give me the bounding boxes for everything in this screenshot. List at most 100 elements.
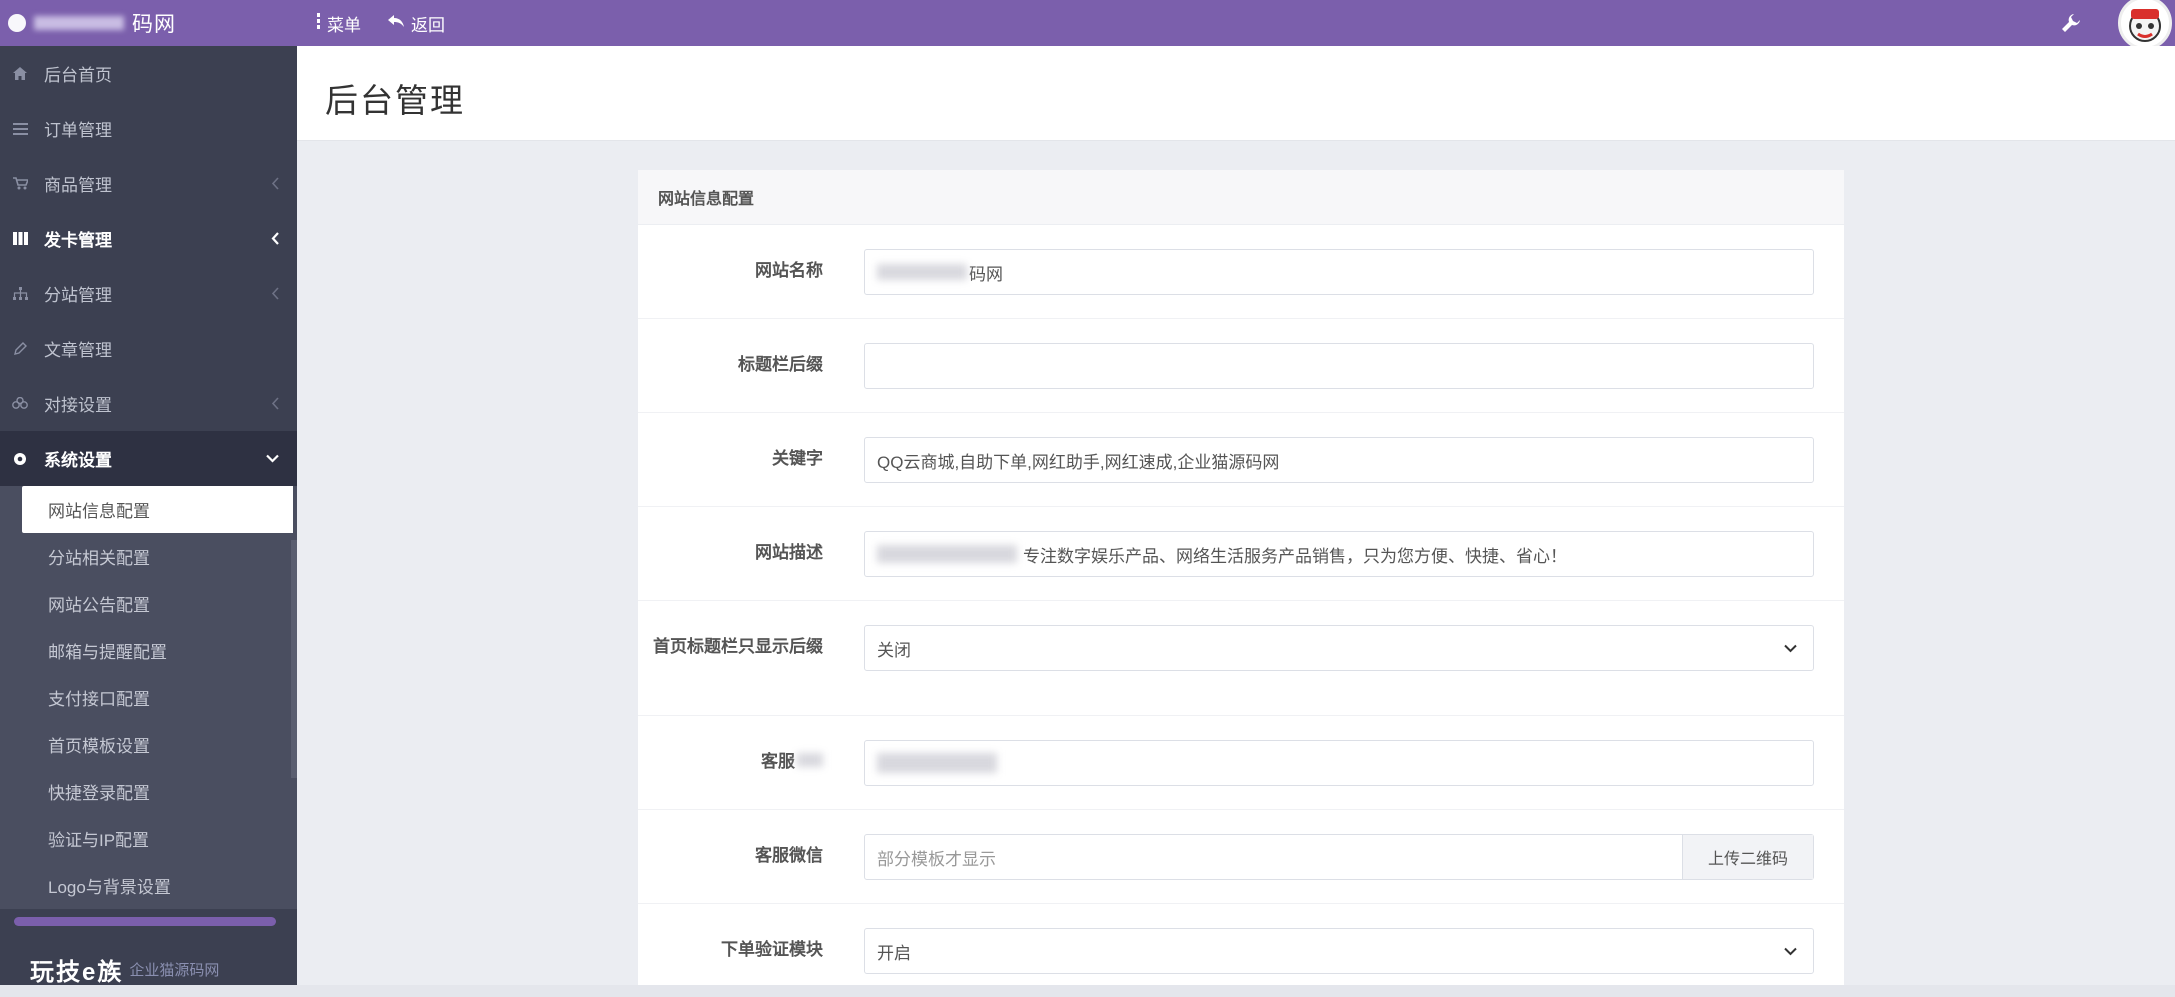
reply-arrow-icon	[387, 13, 405, 34]
sidebar-item-home[interactable]: 后台首页	[0, 46, 297, 101]
form-row-title-suffix: 标题栏后缀	[638, 319, 1844, 413]
title-suffix-input[interactable]	[864, 343, 1814, 389]
description-input[interactable]: 专注数字娱乐产品、网络生活服务产品销售，只为您方便、快捷、省心！	[864, 531, 1814, 577]
form-row-service-qq: 客服	[638, 716, 1844, 810]
description-value: 专注数字娱乐产品、网络生活服务产品销售，只为您方便、快捷、省心！	[1023, 546, 1567, 566]
page-bottom-strip	[0, 985, 2175, 997]
brand-name-blurred	[34, 16, 124, 30]
chevron-left-icon	[271, 266, 279, 321]
chevron-left-icon	[271, 211, 279, 266]
submenu-item-email-config[interactable]: 邮箱与提醒配置	[0, 627, 297, 674]
user-avatar[interactable]	[2118, 0, 2172, 50]
sidebar-scrollbar[interactable]	[14, 917, 276, 926]
submenu-item-logo-background[interactable]: Logo与背景设置	[0, 862, 297, 909]
sidebar-item-substations[interactable]: 分站管理	[0, 266, 297, 321]
back-button[interactable]: 返回	[387, 11, 445, 36]
cart-icon	[10, 177, 30, 190]
home-icon	[10, 67, 30, 80]
order-captcha-value: 开启	[877, 943, 911, 963]
site-name-value: 码网	[969, 264, 1003, 284]
submenu-item-payment-config[interactable]: 支付接口配置	[0, 674, 297, 721]
chevron-down-icon	[1784, 638, 1797, 658]
brand-logo-icon	[8, 14, 26, 32]
sidebar-item-label: 对接设置	[44, 396, 112, 415]
wrench-icon[interactable]	[2060, 0, 2082, 46]
form-row-service-wechat: 客服微信 部分模板才显示 上传二维码	[638, 810, 1844, 904]
chevron-left-icon	[271, 376, 279, 431]
watermark: 玩技e族	[30, 959, 124, 986]
service-qq-input[interactable]	[864, 740, 1814, 786]
keywords-value: QQ云商城,自助下单,网红助手,网红速成,企业猫源码网	[877, 452, 1280, 472]
home-title-suffix-value: 关闭	[877, 640, 911, 660]
page-header: 后台管理	[297, 46, 2175, 141]
panel-title: 网站信息配置	[638, 170, 1844, 225]
redacted-text	[797, 753, 823, 767]
menu-toggle-label: 菜单	[327, 15, 361, 35]
keywords-input[interactable]: QQ云商城,自助下单,网红助手,网红速成,企业猫源码网	[864, 437, 1814, 483]
sidebar-item-label: 分站管理	[44, 286, 112, 305]
form-row-site-name: 网站名称 码网	[638, 225, 1844, 319]
sidebar-item-cards[interactable]: 发卡管理	[0, 211, 297, 266]
site-info-panel: 网站信息配置 网站名称 码网 标题栏后缀 关键字 QQ云商城,自助下单,网红助手…	[638, 170, 1844, 997]
site-name-input[interactable]: 码网	[864, 249, 1814, 295]
description-label: 网站描述	[755, 543, 823, 562]
submenu-item-site-info[interactable]: 网站信息配置	[22, 486, 293, 533]
service-qq-label: 客服	[638, 750, 823, 774]
redacted-text	[877, 264, 967, 280]
order-captcha-select[interactable]: 开启	[864, 928, 1814, 974]
top-navbar: 码网 菜单 返回	[0, 0, 2175, 50]
form-row-order-captcha: 下单验证模块 开启	[638, 904, 1844, 997]
upload-qrcode-button[interactable]: 上传二维码	[1682, 835, 1813, 879]
brand-name: 码网	[132, 13, 176, 36]
order-captcha-label: 下单验证模块	[721, 940, 823, 959]
sidebar-item-label: 商品管理	[44, 176, 112, 195]
edit-icon	[10, 341, 30, 356]
sidebar-item-integration[interactable]: 对接设置	[0, 376, 297, 431]
chevron-down-icon	[1784, 941, 1797, 961]
home-title-suffix-label: 首页标题栏只显示后缀	[653, 637, 823, 656]
sidebar-item-label: 系统设置	[44, 451, 112, 470]
submenu-item-verify-ip[interactable]: 验证与IP配置	[0, 815, 297, 862]
form-row-description: 网站描述 专注数字娱乐产品、网络生活服务产品销售，只为您方便、快捷、省心！	[638, 507, 1844, 601]
link-icon	[10, 397, 30, 410]
sidebar-item-label: 后台首页	[44, 66, 112, 85]
sidebar-item-orders[interactable]: 订单管理	[0, 101, 297, 156]
grid-icon	[10, 232, 30, 245]
chevron-down-icon	[266, 431, 279, 486]
sidebar-scroll-rail[interactable]	[291, 540, 297, 778]
site-name-label: 网站名称	[755, 261, 823, 280]
submenu-item-quick-login[interactable]: 快捷登录配置	[0, 768, 297, 815]
page-title: 后台管理	[325, 82, 465, 119]
submenu-item-substation-config[interactable]: 分站相关配置	[0, 533, 297, 580]
menu-toggle-button[interactable]: 菜单	[315, 11, 361, 36]
sidebar-item-system-settings[interactable]: 系统设置	[0, 431, 297, 486]
service-wechat-input[interactable]: 部分模板才显示	[865, 845, 1682, 870]
chevron-left-icon	[271, 156, 279, 211]
service-wechat-input-group: 部分模板才显示 上传二维码	[864, 834, 1814, 880]
service-wechat-label: 客服微信	[755, 846, 823, 865]
submenu-item-announcement-config[interactable]: 网站公告配置	[0, 580, 297, 627]
home-title-suffix-select[interactable]: 关闭	[864, 625, 1814, 671]
form-row-keywords: 关键字 QQ云商城,自助下单,网红助手,网红速成,企业猫源码网	[638, 413, 1844, 507]
sidebar-item-label: 订单管理	[44, 121, 112, 140]
submenu-item-template-settings[interactable]: 首页模板设置	[0, 721, 297, 768]
service-qq-label-text: 客服	[761, 752, 795, 771]
redacted-text	[877, 753, 997, 773]
list-icon	[10, 122, 30, 135]
sitemap-icon	[10, 287, 30, 300]
sidebar-item-label: 文章管理	[44, 341, 112, 360]
form-row-home-title-suffix: 首页标题栏只显示后缀 关闭	[638, 601, 1844, 716]
system-settings-submenu: 网站信息配置 分站相关配置 网站公告配置 邮箱与提醒配置 支付接口配置 首页模板…	[0, 486, 297, 909]
title-suffix-label: 标题栏后缀	[738, 355, 823, 374]
sidebar-item-articles[interactable]: 文章管理	[0, 321, 297, 376]
brand[interactable]: 码网	[8, 0, 176, 46]
keywords-label: 关键字	[772, 449, 823, 468]
redacted-text	[877, 545, 1017, 563]
gear-icon	[10, 452, 30, 466]
bars-icon	[315, 12, 321, 34]
top-nav: 菜单 返回	[315, 0, 445, 46]
footer-text: 企业猫源码网	[129, 962, 220, 979]
sidebar-item-label: 发卡管理	[44, 231, 112, 250]
back-label: 返回	[411, 15, 445, 35]
sidebar-item-products[interactable]: 商品管理	[0, 156, 297, 211]
